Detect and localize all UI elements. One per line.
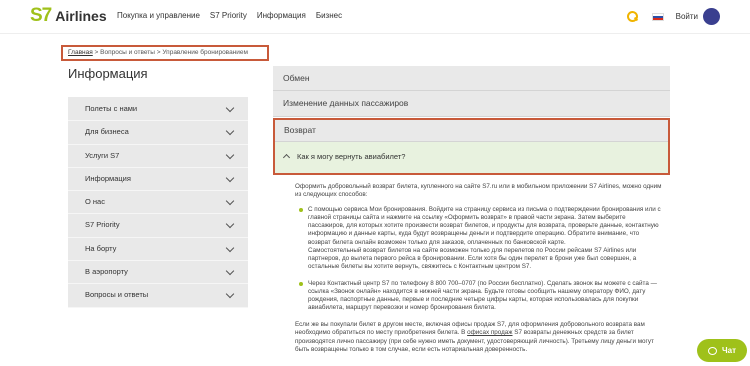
answer-bullet-text: Самостоятельный возврат билетов на сайте… [308,246,637,270]
sidebar-item-label: Информация [85,173,131,183]
accordion-exchange[interactable]: Обмен [273,66,670,91]
chevron-down-icon [225,173,235,183]
header-tools: Войти [626,8,720,25]
logo-text: Airlines [55,8,107,24]
accordion-passenger-data[interactable]: Изменение данных пассажиров [273,91,670,117]
list-item: Через Контактный центр S7 по телефону 8 … [299,280,663,312]
breadcrumb-faq[interactable]: Вопросы и ответы [100,49,155,56]
sidebar-item-onboard[interactable]: На борту [68,238,248,262]
list-item: С помощью сервиса Мои бронирования. Войд… [299,206,663,271]
sidebar-item-priority[interactable]: S7 Priority [68,214,248,238]
chat-button[interactable]: Чат [697,339,747,362]
sidebar-item-about[interactable]: О нас [68,191,248,215]
sidebar-item-label: Для бизнеса [85,127,129,137]
accordion-refund-section: Возврат Как я могу вернуть авиабилет? [273,118,670,175]
logo-mark: S7 [30,5,52,26]
answer-outro: Если же вы покупали билет в другом месте… [295,321,663,353]
answer-bullet-text: С помощью сервиса Мои бронирования. Войд… [308,206,661,246]
nav-item-purchase[interactable]: Покупка и управление [117,11,200,20]
breadcrumb: Главная > Вопросы и ответы > Управление … [61,45,269,61]
sidebar-item-label: Полеты с нами [85,104,138,113]
chevron-down-icon [225,127,235,136]
chevron-down-icon [225,243,235,253]
sidebar-item-services[interactable]: Услуги S7 [68,145,248,168]
login-link[interactable]: Войти [676,12,698,21]
sidebar-item-faq[interactable]: Вопросы и ответы [68,284,248,308]
sidebar-item-label: На борту [85,243,117,253]
sidebar-item-label: О нас [85,197,105,207]
breadcrumb-home[interactable]: Главная [68,49,93,56]
chevron-down-icon [225,196,235,206]
s7-logo[interactable]: S7 Airlines [30,5,107,27]
faq-question-text: Как я могу вернуть авиабилет? [297,152,406,161]
sidebar-item-label: Вопросы и ответы [85,290,149,300]
sidebar-item-label: В аэропорту [85,267,128,277]
sidebar-item-flights[interactable]: Полеты с нами [68,98,248,122]
accordion-refund[interactable]: Возврат [275,120,668,142]
sidebar-item-information[interactable]: Информация [68,168,248,192]
answer-intro: Оформить добровольный возврат билета, ку… [295,183,662,199]
sidebar-item-business[interactable]: Для бизнеса [68,121,248,145]
search-icon[interactable] [626,11,638,22]
faq-question[interactable]: Как я могу вернуть авиабилет? [275,142,668,173]
chevron-down-icon [225,220,235,229]
chevron-down-icon [225,103,235,113]
sales-offices-link[interactable]: офисах продаж [467,329,512,336]
chat-bubble-icon [708,346,717,355]
avatar[interactable] [703,8,720,25]
nav-item-priority[interactable]: S7 Priority [210,11,247,20]
nav-item-information[interactable]: Информация [257,11,306,20]
answer-list: С помощью сервиса Мои бронирования. Войд… [299,206,663,312]
chat-button-label: Чат [722,346,736,355]
main-nav: Покупка и управление S7 Priority Информа… [117,11,352,20]
chevron-up-icon [282,153,291,162]
sidebar-item-label: Услуги S7 [85,150,120,160]
chevron-down-icon [225,150,235,159]
chevron-down-icon [225,290,235,299]
russia-flag-icon[interactable] [651,12,664,21]
chevron-down-icon [225,266,235,276]
page-title: Информация [68,66,148,81]
breadcrumb-current: Управление бронированием [162,49,248,56]
answer-bullet-text: Через Контактный центр S7 по телефону 8 … [308,279,657,312]
sidebar-item-airport[interactable]: В аэропорту [68,261,248,285]
sidebar-item-label: S7 Priority [85,220,120,230]
sidebar: Полеты с нами Для бизнеса Услуги S7 Инфо… [68,97,248,308]
faq-content: Обмен Изменение данных пассажиров Возвра… [273,66,670,175]
faq-answer: Оформить добровольный возврат билета, ку… [295,183,663,361]
top-header: S7 Airlines Покупка и управление S7 Prio… [0,0,750,34]
nav-item-business[interactable]: Бизнес [316,11,342,20]
